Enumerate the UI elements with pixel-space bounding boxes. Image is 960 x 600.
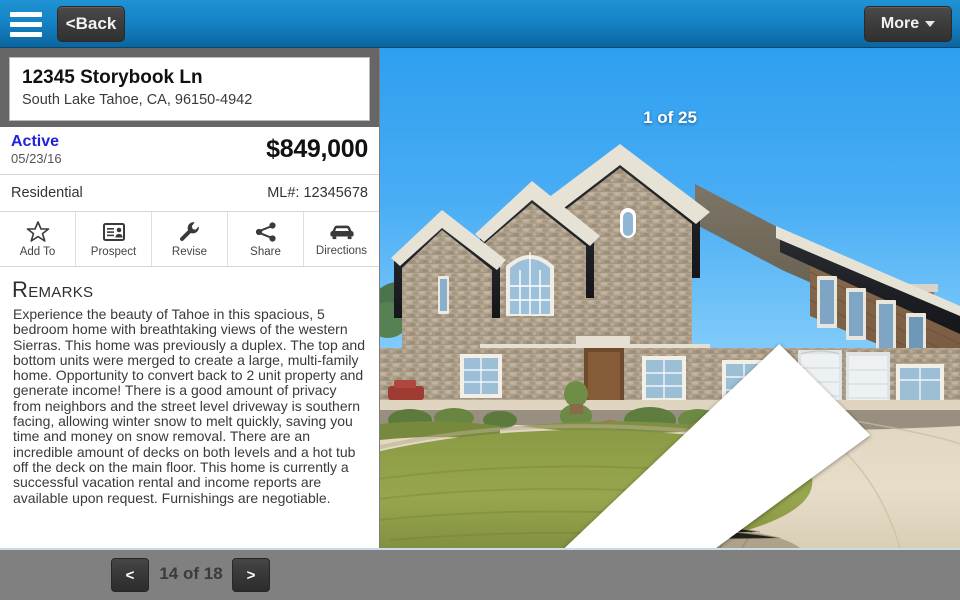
listing-info-panel: 12345 Storybook Ln South Lake Tahoe, CA,… — [0, 48, 379, 548]
property-type-row: Residential ML#: 12345678 — [0, 175, 379, 212]
status-badge: Active — [11, 132, 60, 150]
action-prospect[interactable]: Prospect — [76, 212, 152, 266]
mls-number: ML#: 12345678 — [267, 185, 368, 201]
status-group: Active 05/23/16 — [11, 132, 62, 167]
action-directions[interactable]: Directions — [304, 212, 379, 266]
next-listing-button[interactable]: > — [232, 558, 270, 592]
share-nodes-icon — [254, 221, 278, 243]
action-revise[interactable]: Revise — [152, 212, 228, 266]
more-button-label: More — [880, 15, 920, 32]
status-date: 05/23/16 — [11, 150, 62, 166]
hamburger-bar — [10, 31, 42, 37]
previous-listing-button[interactable]: < — [111, 558, 149, 592]
pagination-bar: < 14 of 18 > — [0, 548, 960, 600]
caret-down-icon — [925, 21, 936, 27]
remarks-heading: Remarks — [12, 277, 94, 302]
hamburger-bar — [10, 21, 42, 27]
status-price-row: Active 05/23/16 $849,000 — [0, 127, 379, 175]
action-label: Revise — [171, 246, 208, 258]
action-label: Add To — [19, 246, 56, 258]
action-label: Prospect — [90, 245, 137, 258]
car-icon — [329, 222, 355, 242]
listing-photo-viewer[interactable]: 1 of 25 — [380, 48, 960, 548]
listing-detail-screen: <Back More 12345 Storybook Ln South Lake… — [0, 0, 960, 600]
action-add-to[interactable]: Add To — [0, 212, 76, 266]
action-label: Directions — [315, 244, 368, 257]
back-button[interactable]: <Back — [57, 6, 125, 42]
more-button[interactable]: More — [864, 6, 952, 42]
hamburger-bar — [10, 11, 42, 17]
previous-listing-label: < — [125, 566, 135, 584]
contact-card-icon — [102, 221, 126, 243]
star-outline-icon — [26, 220, 50, 243]
hamburger-menu-icon[interactable] — [8, 8, 44, 40]
wrench-icon — [178, 220, 202, 243]
chevron-right-icon[interactable] — [919, 310, 953, 354]
action-label: Share — [250, 245, 281, 258]
chevron-left-icon[interactable] — [387, 310, 871, 548]
property-type: Residential — [11, 185, 83, 201]
address-city-state-zip: South Lake Tahoe, CA, 96150-4942 — [22, 92, 253, 108]
address-card[interactable]: 12345 Storybook Ln South Lake Tahoe, CA,… — [9, 57, 370, 121]
back-button-label: <Back — [65, 14, 117, 33]
app-header: <Back More — [0, 0, 960, 48]
action-toolbar: Add To Prospect Revise Share Directions — [0, 212, 379, 267]
listing-price: $849,000 — [266, 134, 368, 163]
next-listing-label: > — [246, 566, 256, 584]
address-street: 12345 Storybook Ln — [22, 67, 203, 88]
remarks-text: Experience the beauty of Tahoe in this s… — [13, 306, 366, 506]
listing-details-scroll: Active 05/23/16 $849,000 Residential ML#… — [0, 127, 379, 548]
pagination-position: 14 of 18 — [159, 564, 223, 583]
action-share[interactable]: Share — [228, 212, 304, 266]
